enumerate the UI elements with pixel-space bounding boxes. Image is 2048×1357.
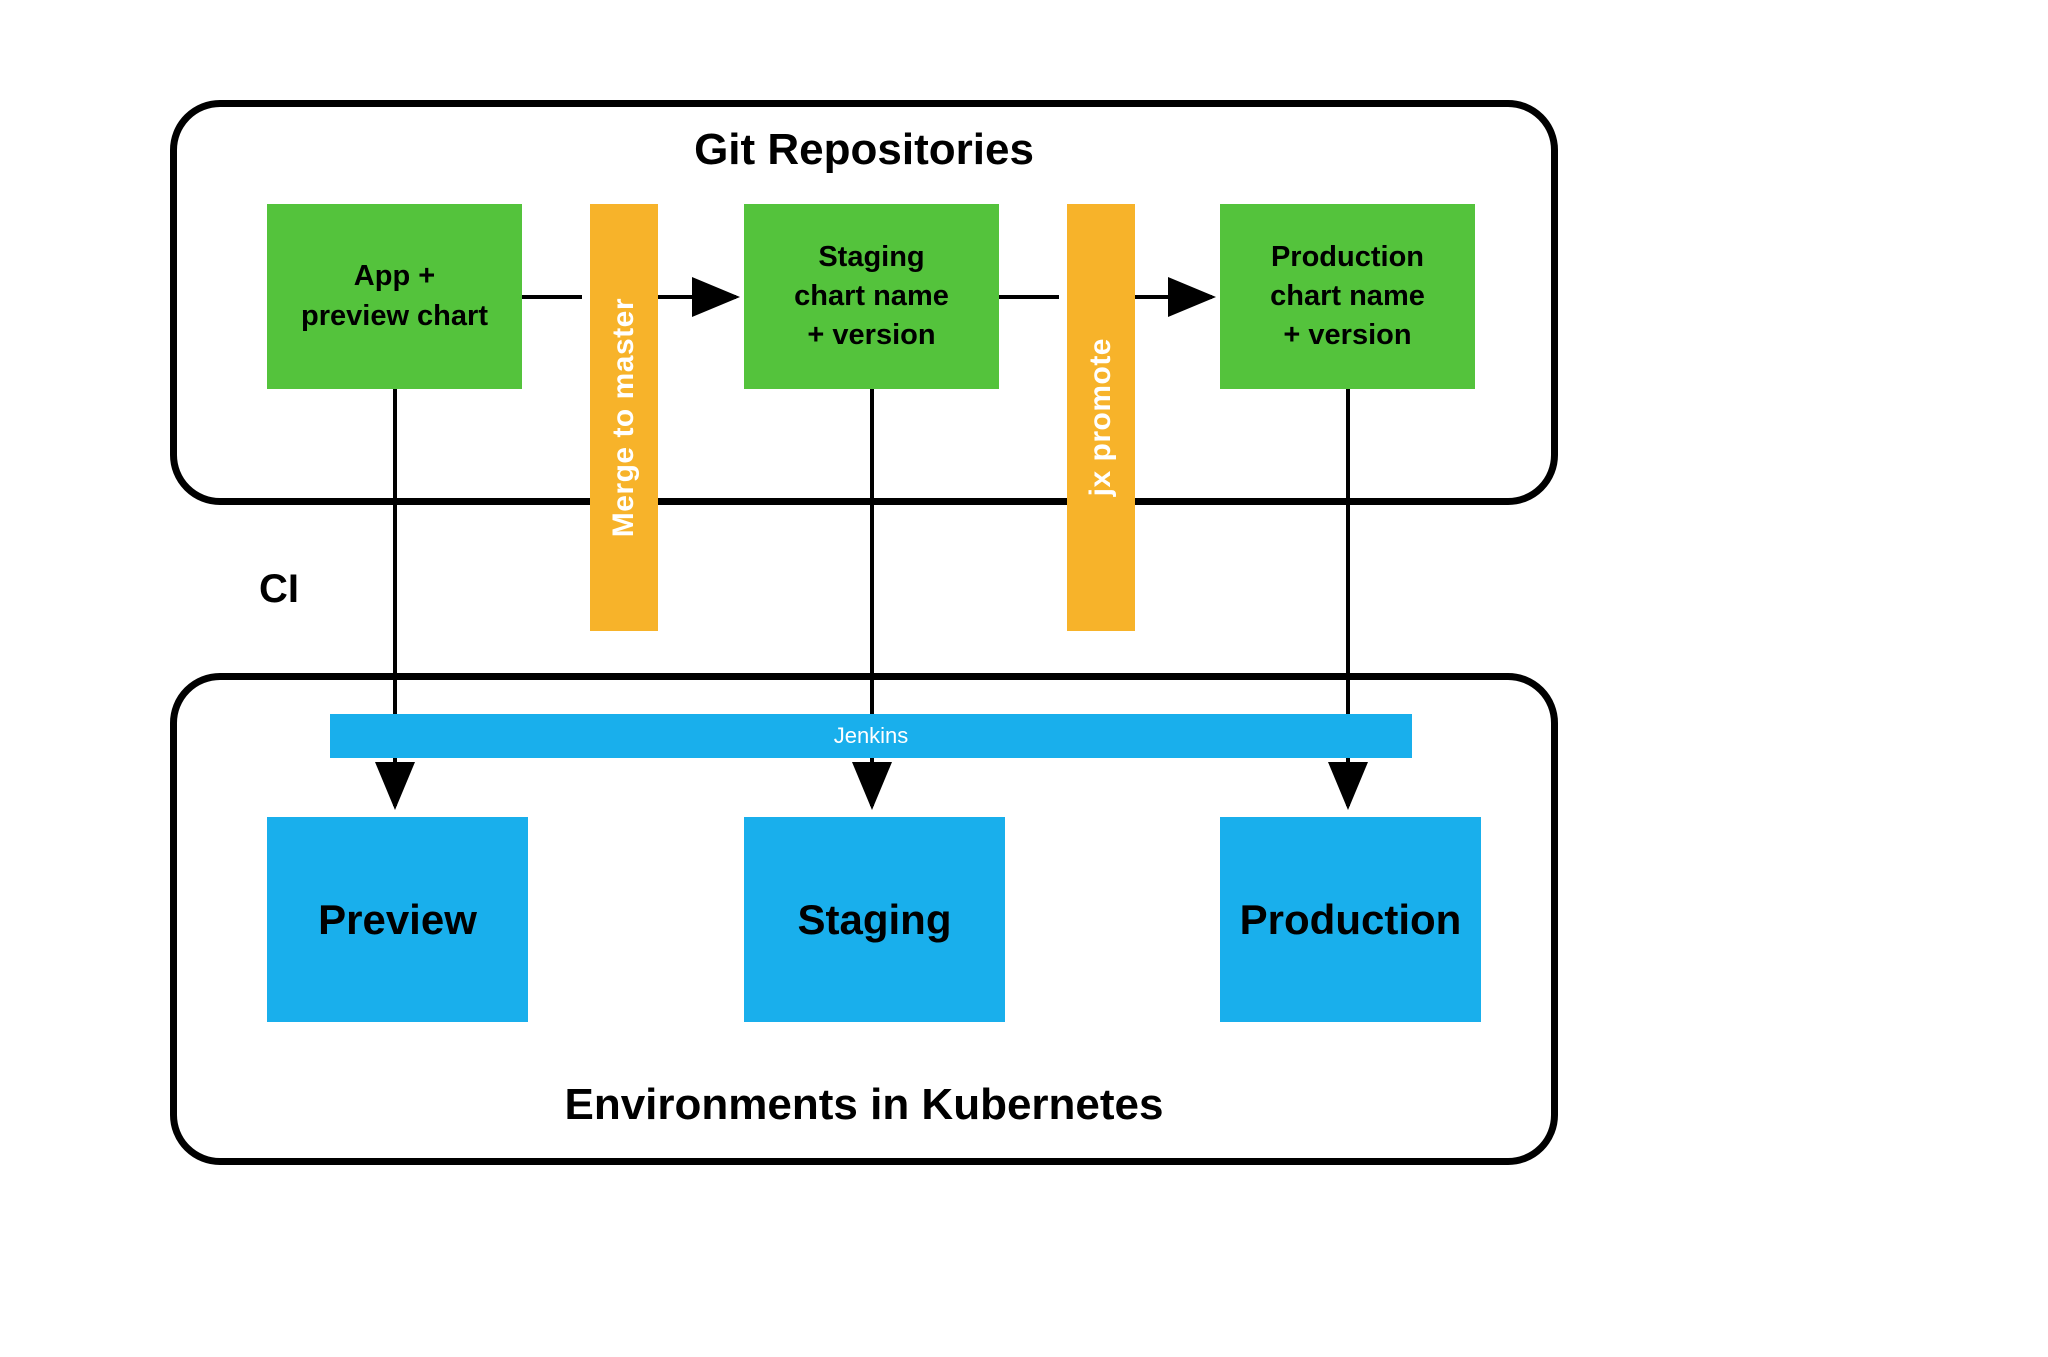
repo-staging-chart: Staging chart name + version — [744, 204, 999, 389]
repo-app-label: App + preview chart — [301, 257, 488, 335]
promote-label: jx promote — [1084, 338, 1118, 496]
env-staging-label: Staging — [798, 896, 952, 944]
git-repositories-title: Git Repositories — [177, 125, 1551, 175]
env-staging: Staging — [744, 817, 1005, 1022]
repo-app-preview-chart: App + preview chart — [267, 204, 522, 389]
env-production-label: Production — [1240, 896, 1462, 944]
env-preview: Preview — [267, 817, 528, 1022]
env-preview-label: Preview — [318, 896, 477, 944]
repo-production-chart: Production chart name + version — [1220, 204, 1475, 389]
merge-label: Merge to master — [607, 298, 641, 537]
env-production: Production — [1220, 817, 1481, 1022]
repo-production-label: Production chart name + version — [1270, 238, 1425, 355]
diagram-canvas: Git Repositories Environments in Kuberne… — [0, 0, 2048, 1357]
repo-staging-label: Staging chart name + version — [794, 238, 949, 355]
transition-jx-promote: jx promote — [1067, 204, 1135, 631]
jenkins-bar: Jenkins — [330, 714, 1412, 758]
jenkins-label: Jenkins — [834, 723, 909, 749]
transition-merge-to-master: Merge to master — [590, 204, 658, 631]
environments-title: Environments in Kubernetes — [177, 1080, 1551, 1130]
ci-label: CI — [259, 567, 299, 612]
